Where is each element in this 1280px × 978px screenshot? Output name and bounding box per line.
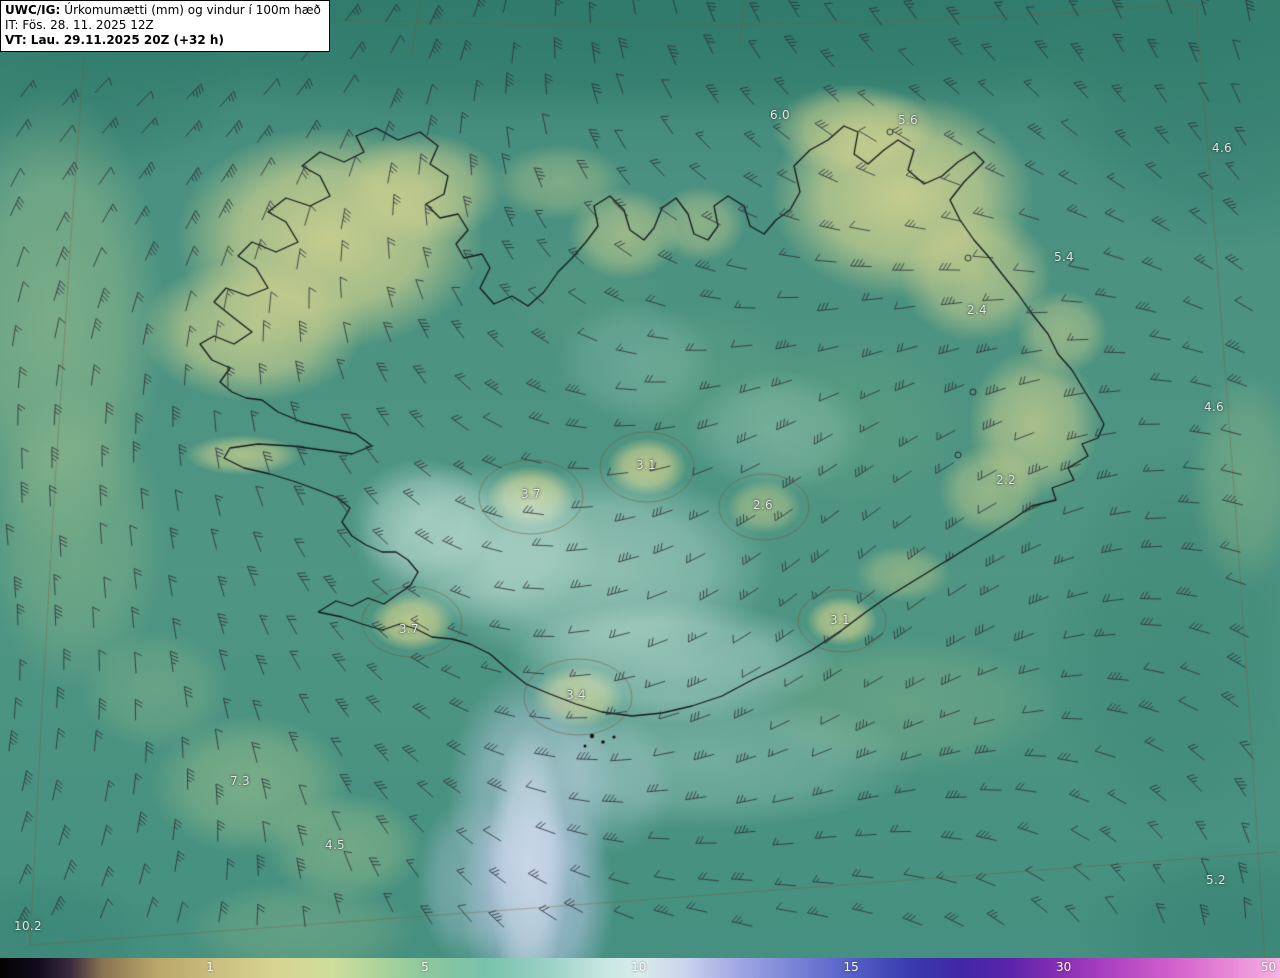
colorbar-tick-30: 30 bbox=[1056, 960, 1072, 974]
product-title-line: UWC/IG: Úrkomumætti (mm) og vindur í 100m… bbox=[5, 3, 321, 18]
weather-map-page: 6.0 5.6 4.6 5.4 2.4 4.6 3.1 3.7 2.6 2.2 3.7 3.1 3.4 7… bbox=[0, 0, 1280, 978]
colorbar-tick-50: 50 bbox=[1260, 960, 1277, 974]
precipitation-colorbar: 1 5 10 15 30 50 bbox=[0, 958, 1280, 978]
colorbar-tick-10: 10 bbox=[631, 960, 647, 974]
product-title: Úrkomumætti (mm) og vindur í 100m hæð bbox=[64, 3, 321, 17]
product-label: UWC/IG: bbox=[5, 3, 61, 17]
colorbar-tick-1: 1 bbox=[206, 960, 214, 974]
colorbar-tick-5: 5 bbox=[421, 960, 429, 974]
init-time-line: IT: Fös. 28. 11. 2025 12Z bbox=[5, 18, 154, 32]
precipitation-wind-field-canvas bbox=[0, 0, 1280, 958]
title-box: UWC/IG: Úrkomumætti (mm) og vindur í 100m… bbox=[0, 0, 330, 52]
colorbar-tick-15: 15 bbox=[843, 960, 859, 974]
valid-time-line: VT: Lau. 29.11.2025 20Z (+32 h) bbox=[5, 33, 224, 47]
